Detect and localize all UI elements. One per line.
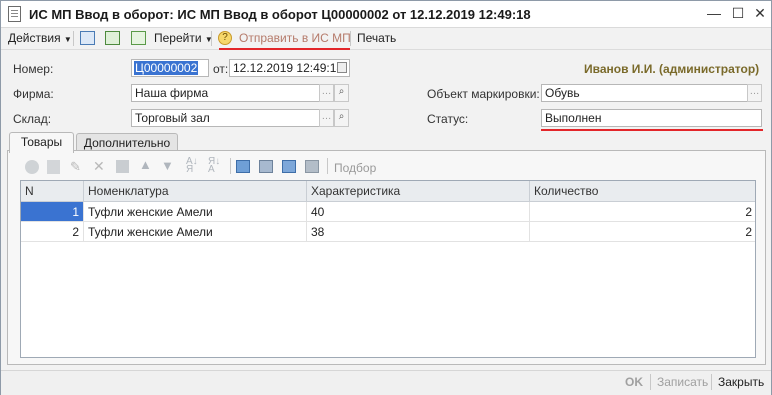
footer-bar: OK Записать Закрыть — [1, 370, 771, 395]
goods-table: N Номенклатура Характеристика Количество… — [20, 180, 756, 358]
select-button[interactable]: … — [319, 84, 334, 102]
search-icon[interactable]: ⌕ — [334, 84, 349, 102]
toolbar: Действия ▼ Перейти ▼ ? Отправить в ИС МП… — [1, 28, 771, 50]
column-header-n[interactable]: N — [21, 181, 84, 202]
end-edit-icon[interactable] — [116, 160, 129, 173]
post-and-close-icon[interactable] — [80, 31, 95, 45]
item-cell[interactable]: Туфли женские Амели — [84, 202, 307, 222]
window-title: ИС МП Ввод в оборот: ИС МП Ввод в оборот… — [29, 7, 531, 22]
select-button[interactable]: … — [747, 84, 762, 102]
minimize-icon[interactable]: — — [707, 6, 721, 20]
actions-menu[interactable]: Действия ▼ — [8, 30, 72, 47]
footer-divider — [650, 374, 651, 390]
firm-field[interactable]: Наша фирма — [131, 84, 334, 102]
row-number[interactable]: 1 — [21, 202, 84, 222]
fill-icon[interactable] — [236, 160, 250, 173]
edit-icon[interactable]: ✎ — [70, 159, 81, 175]
delete-icon[interactable]: ✕ — [93, 158, 105, 175]
warehouse-value: Торговый зал — [135, 111, 210, 125]
toolbar-divider — [211, 31, 212, 46]
warehouse-field[interactable]: Торговый зал — [131, 109, 334, 127]
warehouse-label: Склад: — [13, 112, 52, 126]
highlight-underline — [541, 129, 763, 131]
column-header-characteristic[interactable]: Характеристика — [307, 181, 530, 202]
toolbar-divider — [73, 31, 74, 46]
select-button[interactable]: … — [319, 109, 334, 127]
column-header-item[interactable]: Номенклатура — [84, 181, 307, 202]
tab-goods[interactable]: Товары — [9, 132, 74, 153]
sort-desc-icon[interactable]: Я↓ A — [208, 157, 220, 175]
close-icon[interactable]: ✕ — [753, 6, 767, 20]
write-button[interactable]: Записать — [657, 375, 708, 389]
sort-asc-icon[interactable]: A↓ Я — [186, 157, 198, 175]
goto-label: Перейти — [154, 31, 202, 45]
calendar-icon[interactable] — [337, 62, 347, 73]
object-field[interactable]: Обувь — [541, 84, 762, 102]
title-bar: ИС МП Ввод в оборот: ИС МП Ввод в оборот… — [1, 1, 771, 28]
object-value: Обувь — [545, 86, 580, 100]
close-button[interactable]: Закрыть — [718, 375, 764, 389]
goto-menu[interactable]: Перейти ▼ — [154, 30, 213, 47]
toolbar-divider — [327, 158, 328, 174]
column-header-quantity[interactable]: Количество — [530, 181, 755, 202]
number-label: Номер: — [13, 62, 54, 76]
move-down-icon[interactable]: ▼ — [161, 158, 174, 173]
quantity-cell[interactable]: 2 — [530, 202, 755, 222]
document-icon — [8, 6, 21, 22]
highlight-underline — [219, 48, 350, 50]
move-up-icon[interactable]: ▲ — [139, 157, 152, 172]
add-icon[interactable] — [25, 160, 39, 174]
characteristic-cell[interactable]: 38 — [307, 222, 530, 242]
maximize-icon[interactable]: ☐ — [731, 6, 745, 20]
date-value: 12.12.2019 12:49:18 — [233, 61, 344, 75]
chevron-down-icon: ▼ — [63, 35, 72, 44]
help-icon[interactable]: ? — [218, 31, 232, 45]
copy-row-icon[interactable] — [47, 160, 60, 174]
number-field[interactable]: Ц00000002 — [131, 59, 209, 77]
status-value: Выполнен — [545, 111, 602, 125]
firm-value: Наша фирма — [135, 86, 209, 100]
number-value: Ц00000002 — [134, 61, 199, 75]
characteristic-cell[interactable]: 40 — [307, 202, 530, 222]
toolbar-divider — [350, 31, 351, 46]
ok-button[interactable]: OK — [625, 375, 643, 389]
create-based-on-icon[interactable] — [131, 31, 146, 45]
status-field: Выполнен — [541, 109, 762, 127]
item-cell[interactable]: Туфли женские Амели — [84, 222, 307, 242]
footer-divider — [711, 374, 712, 390]
toolbar-divider — [230, 158, 231, 174]
selection-button[interactable]: Подбор — [334, 161, 376, 175]
actions-label: Действия — [8, 31, 61, 45]
object-label: Объект маркировки: — [427, 87, 540, 101]
paste-icon[interactable] — [259, 160, 273, 173]
firm-label: Фирма: — [13, 87, 54, 101]
date-label: от: — [213, 62, 229, 76]
row-number[interactable]: 2 — [21, 222, 84, 242]
print-button[interactable]: Печать — [357, 30, 396, 47]
document-window: ИС МП Ввод в оборот: ИС МП Ввод в оборот… — [0, 0, 772, 395]
group-icon[interactable] — [305, 160, 319, 173]
user-name: Иванов И.И. (администратор) — [584, 62, 760, 76]
post-icon[interactable] — [105, 31, 120, 45]
send-to-is-mp-button[interactable]: Отправить в ИС МП — [239, 30, 351, 47]
status-label: Статус: — [427, 112, 469, 126]
search-icon[interactable]: ⌕ — [334, 109, 349, 127]
table-settings-icon[interactable] — [282, 160, 296, 173]
date-field[interactable]: 12.12.2019 12:49:18 — [229, 59, 350, 77]
quantity-cell[interactable]: 2 — [530, 222, 755, 242]
